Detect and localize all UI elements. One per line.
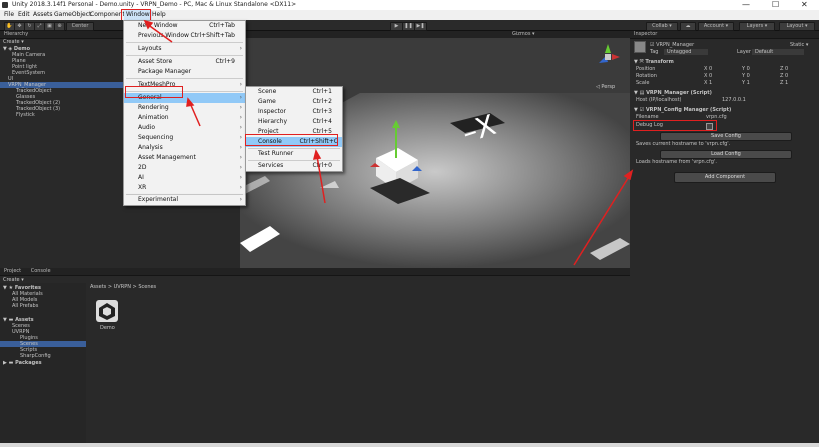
- annotation-arrows: [143, 19, 634, 266]
- status-bar: [0, 443, 819, 447]
